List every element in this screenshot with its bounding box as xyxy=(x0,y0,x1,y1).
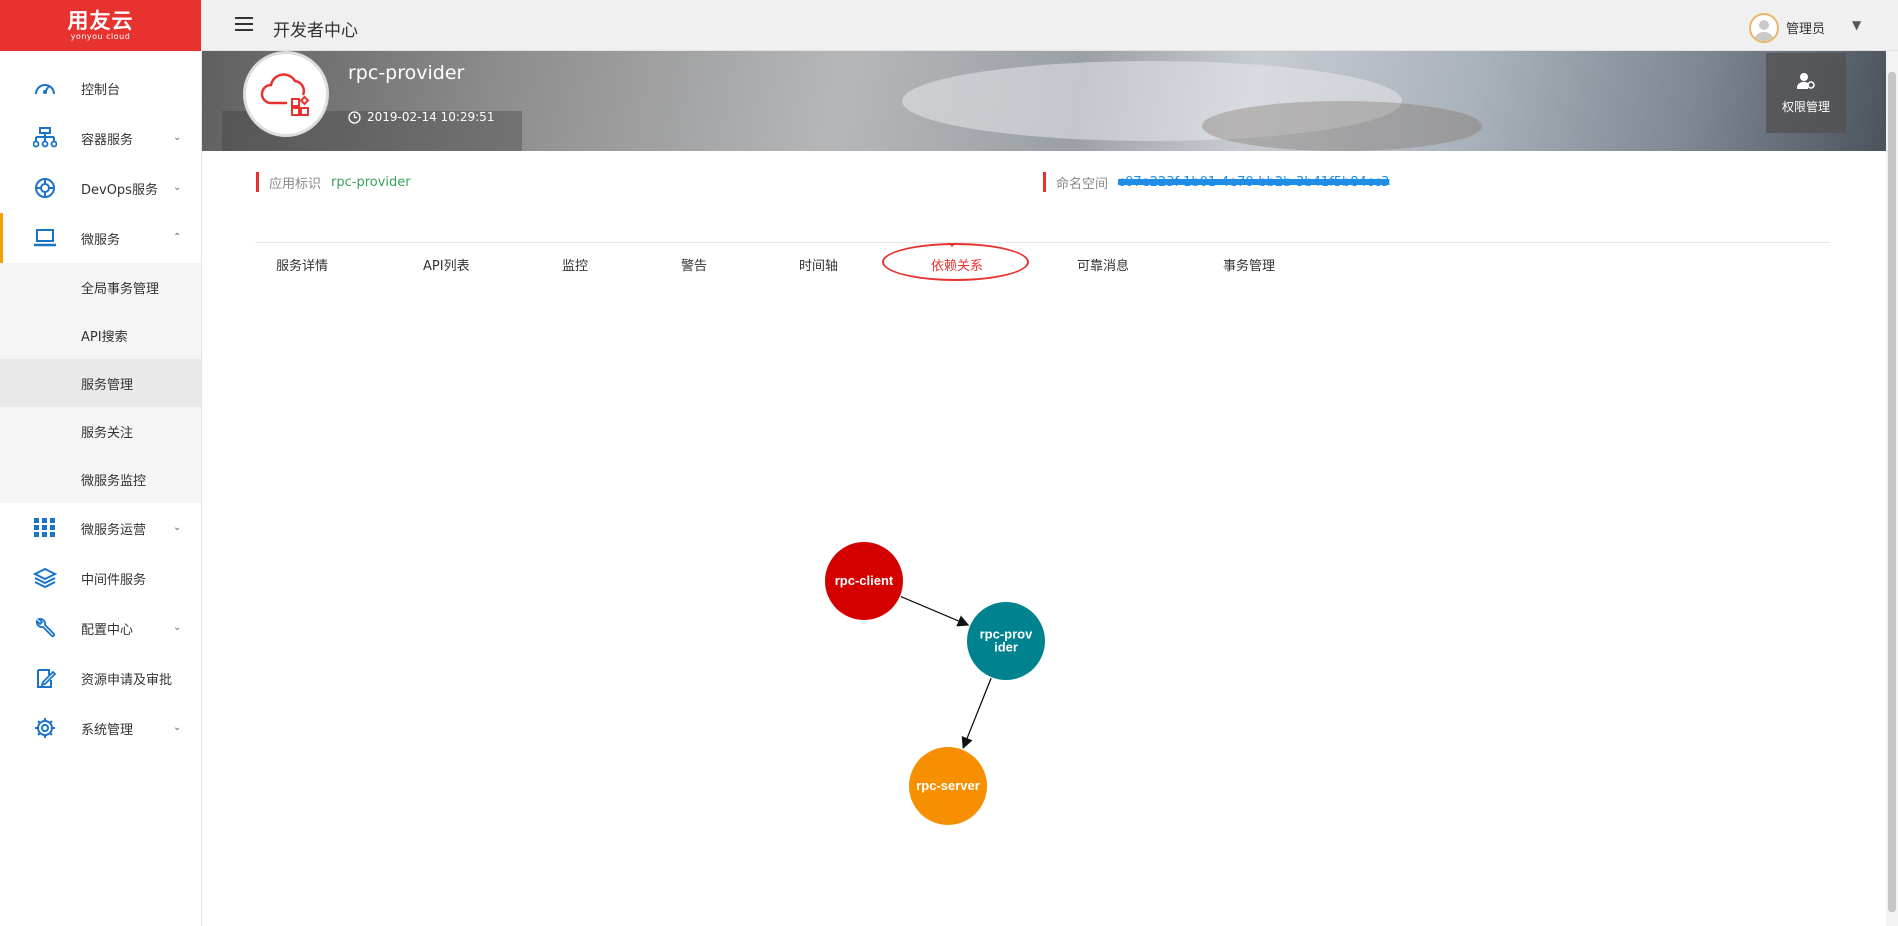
grid-icon xyxy=(34,518,55,537)
created-time-text: 2019-02-14 10:29:51 xyxy=(367,110,495,124)
sidebar-item-label: 中间件服务 xyxy=(81,572,147,588)
wrench-icon xyxy=(36,618,56,638)
avatar[interactable] xyxy=(1749,13,1779,43)
cloud-app-icon xyxy=(260,73,310,116)
laptop-icon xyxy=(34,229,56,247)
sidebar-item-resource-approval[interactable]: 资源申请及审批 xyxy=(0,653,201,703)
submenu-item-label: API搜索 xyxy=(81,329,128,345)
submenu-item-global-transaction[interactable]: 全局事务管理 xyxy=(0,263,201,311)
gear-icon xyxy=(35,718,55,738)
tab-timeline[interactable]: 时间轴 xyxy=(799,255,838,274)
tab-service-details[interactable]: 服务详情 xyxy=(276,255,328,274)
graph-node-label: ider xyxy=(994,640,1018,655)
sidebar-item-label: 微服务 xyxy=(81,232,121,248)
app-id-value: rpc-provider xyxy=(331,174,411,190)
chevron-up-icon: ⌃ xyxy=(173,232,182,243)
sidebar-item-label: 配置中心 xyxy=(81,622,134,638)
service-tabs: 服务详情 API列表 监控 警告 时间轴 依赖关系 可靠消息 事务管理 xyxy=(255,242,1830,284)
sidebar-item-label: 资源申请及审批 xyxy=(81,672,173,688)
namespace-field: 命名空间 c07e223f-1b01-4e70-bb2b-3b41f5b84cc… xyxy=(1043,172,1389,192)
namespace-value: c07e223f-1b01-4e70-bb2b-3b41f5b84cc3 xyxy=(1118,174,1390,190)
sidebar-item-system[interactable]: 系统管理 ⌄ xyxy=(0,703,201,753)
tab-transaction-management[interactable]: 事务管理 xyxy=(1223,255,1275,274)
tab-api-list[interactable]: API列表 xyxy=(423,255,470,274)
layers-icon xyxy=(33,567,57,589)
edit-icon xyxy=(37,669,57,688)
app-id-label: 应用标识 xyxy=(269,176,322,192)
sidebar-item-label: 控制台 xyxy=(81,82,121,98)
submenu-item-label: 微服务监控 xyxy=(81,473,147,489)
tab-alerts[interactable]: 警告 xyxy=(681,255,707,274)
dependency-edge-rpc-client-to-rpc-provider xyxy=(900,595,970,627)
sidebar-item-config-center[interactable]: 配置中心 ⌄ xyxy=(0,603,201,653)
caret-down-icon[interactable]: ▼ xyxy=(1852,18,1861,32)
menu-toggle-icon[interactable] xyxy=(235,17,253,31)
submenu-item-label: 服务关注 xyxy=(81,425,134,441)
user-avatar-icon xyxy=(1754,20,1774,41)
chevron-down-icon: ⌄ xyxy=(173,182,182,193)
app-logo xyxy=(243,51,329,137)
sidebar-item-label: DevOps服务 xyxy=(81,182,158,198)
banner-background-shape xyxy=(1202,101,1482,151)
submenu-item-service-follow[interactable]: 服务关注 xyxy=(0,407,201,455)
permission-management-button[interactable]: 权限管理 xyxy=(1766,53,1846,133)
top-header: 开发者中心 管理员 ▼ xyxy=(202,0,1898,51)
graph-node-rpc-client[interactable]: rpc-client xyxy=(825,542,903,620)
tab-monitor[interactable]: 监控 xyxy=(562,255,588,274)
user-settings-icon xyxy=(1797,72,1815,89)
dashboard-icon xyxy=(35,84,55,95)
sidebar: 用友云 yonyou cloud 控制台 容器服务 ⌄ DevOps服务 ⌄ 微… xyxy=(0,0,202,926)
brand-logo[interactable]: 用友云 yonyou cloud xyxy=(0,0,201,51)
page-title: 开发者中心 xyxy=(273,21,358,41)
container-icon xyxy=(33,127,57,148)
dependency-edge-rpc-provider-to-rpc-server xyxy=(961,677,992,750)
microservice-submenu: 全局事务管理 API搜索 服务管理 服务关注 微服务监控 xyxy=(0,263,201,503)
graph-node-rpc-provider[interactable]: rpc-provider xyxy=(967,602,1045,680)
app-banner: rpc-provider 2019-02-14 10:29:51 权限管理 xyxy=(202,51,1886,151)
brand-name: 用友云 xyxy=(67,9,134,33)
namespace-label: 命名空间 xyxy=(1056,176,1109,192)
submenu-item-api-search[interactable]: API搜索 xyxy=(0,311,201,359)
app-created-time: 2019-02-14 10:29:51 xyxy=(348,110,494,124)
dependency-graph[interactable]: rpc-client rpc-provider rpc-server xyxy=(202,290,1886,926)
devops-icon xyxy=(35,178,55,198)
chevron-down-icon: ⌄ xyxy=(173,722,182,733)
graph-node-rpc-server[interactable]: rpc-server xyxy=(909,747,987,825)
sidebar-item-label: 容器服务 xyxy=(81,132,134,148)
sidebar-item-microservice-ops[interactable]: 微服务运营 ⌄ xyxy=(0,503,201,553)
clock-icon xyxy=(348,110,361,124)
sidebar-item-microservice[interactable]: 微服务 ⌃ xyxy=(0,213,201,263)
submenu-item-label: 全局事务管理 xyxy=(81,281,160,297)
annotation-ellipse xyxy=(882,243,1029,281)
sidebar-item-devops[interactable]: DevOps服务 ⌄ xyxy=(0,163,201,213)
tab-reliable-messages[interactable]: 可靠消息 xyxy=(1077,255,1129,274)
chevron-down-icon: ⌄ xyxy=(173,522,182,533)
graph-node-label: rpc-server xyxy=(916,778,980,793)
permission-management-label: 权限管理 xyxy=(1781,99,1830,114)
graph-nodes: rpc-client rpc-provider rpc-server xyxy=(825,542,1045,825)
sidebar-item-dashboard[interactable]: 控制台 xyxy=(0,63,201,113)
app-id-field: 应用标识 rpc-provider xyxy=(256,172,411,192)
sidebar-item-container[interactable]: 容器服务 ⌄ xyxy=(0,113,201,163)
chevron-down-icon: ⌄ xyxy=(173,622,182,633)
submenu-item-label: 服务管理 xyxy=(81,377,134,393)
graph-node-label: rpc-client xyxy=(835,573,894,588)
user-name[interactable]: 管理员 xyxy=(1786,18,1825,37)
sidebar-item-label: 微服务运营 xyxy=(81,522,147,538)
chevron-down-icon: ⌄ xyxy=(173,132,182,143)
sidebar-item-middleware[interactable]: 中间件服务 xyxy=(0,553,201,603)
sidebar-item-label: 系统管理 xyxy=(81,722,134,738)
submenu-item-service-management[interactable]: 服务管理 xyxy=(0,359,201,407)
app-name: rpc-provider xyxy=(348,62,465,84)
scrollbar-thumb[interactable] xyxy=(1888,72,1896,912)
submenu-item-microservice-monitor[interactable]: 微服务监控 xyxy=(0,455,201,503)
brand-subtitle: yonyou cloud xyxy=(70,32,131,41)
